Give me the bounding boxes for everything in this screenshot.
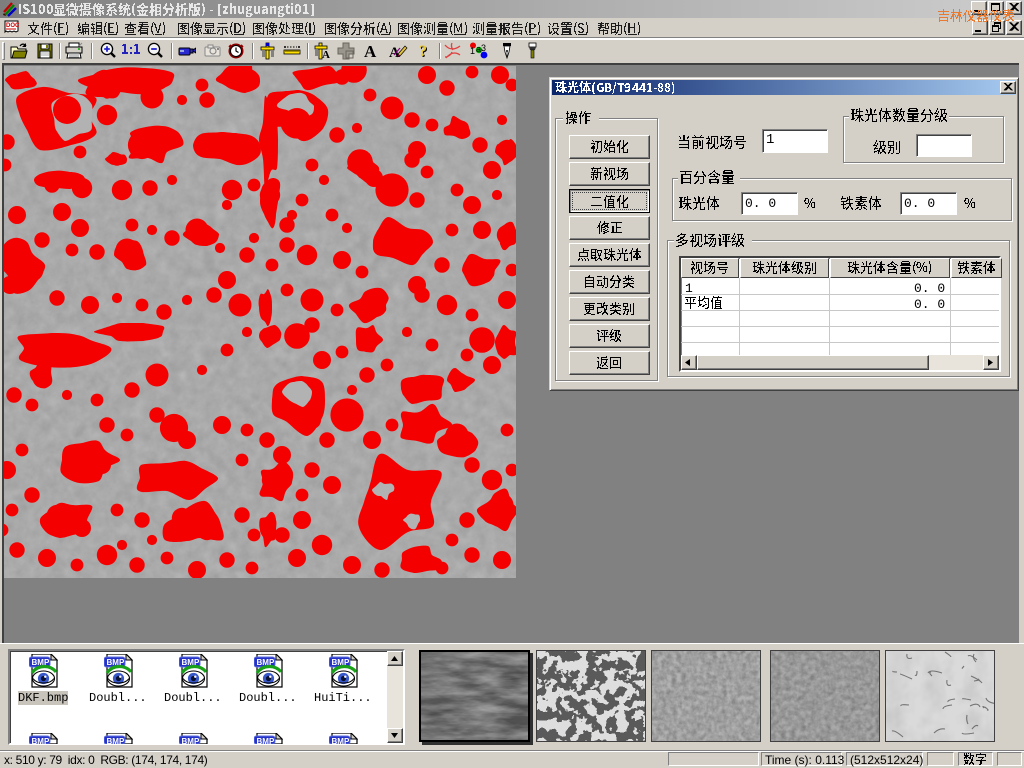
svg-text:DOC: DOC xyxy=(6,23,20,29)
svg-text:A: A xyxy=(322,49,330,60)
svg-text:BMP: BMP xyxy=(182,737,200,744)
svg-text:BMP: BMP xyxy=(332,737,350,744)
svg-text:A: A xyxy=(364,42,377,60)
svg-text:?: ? xyxy=(419,43,427,60)
svg-text:1: 1 xyxy=(470,46,475,56)
svg-text:A: A xyxy=(389,45,400,60)
svg-text:BMP: BMP xyxy=(107,737,125,744)
svg-text:BMP: BMP xyxy=(257,737,275,744)
svg-text:BMP: BMP xyxy=(32,737,50,744)
svg-text:3: 3 xyxy=(481,43,486,53)
